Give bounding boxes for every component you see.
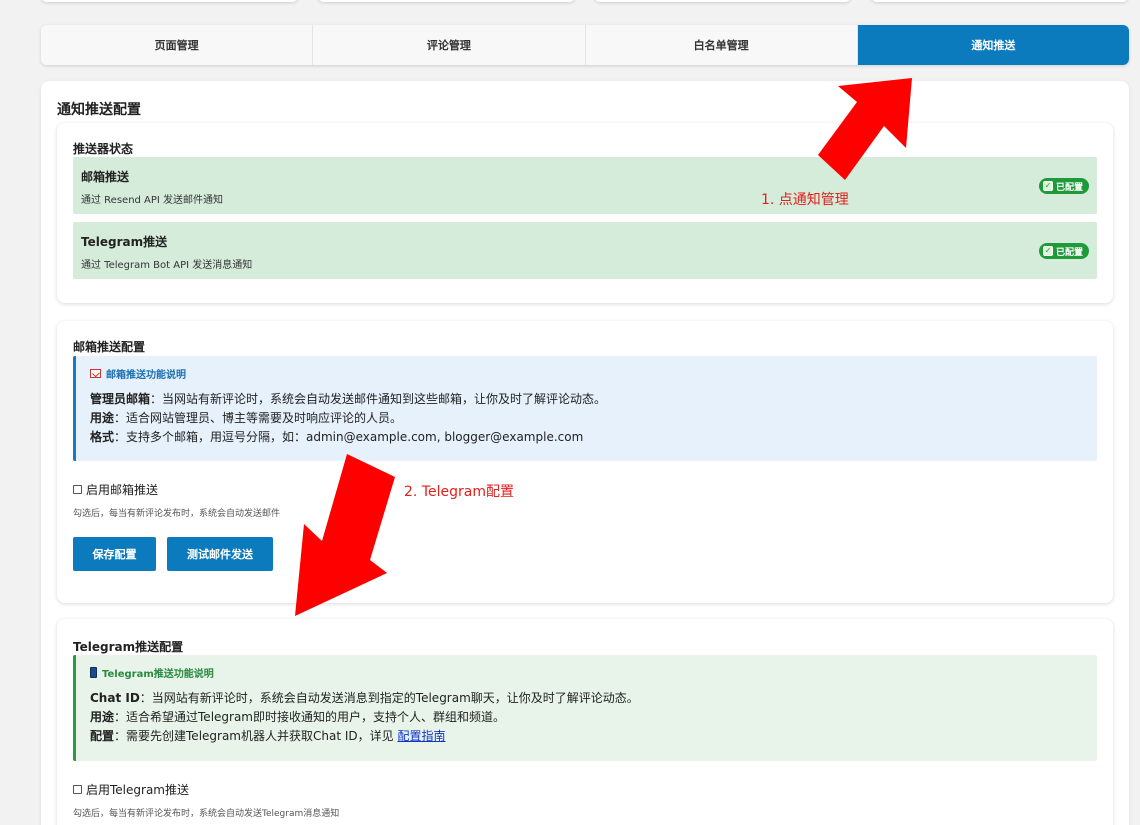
- annotation-step1: 1. 点通知管理: [761, 192, 849, 208]
- arrow-to-telegram: [295, 454, 395, 616]
- arrow-to-tab: [818, 78, 912, 180]
- annotation-arrows: [295, 78, 912, 616]
- annotation-step2: 2. Telegram配置: [404, 484, 514, 500]
